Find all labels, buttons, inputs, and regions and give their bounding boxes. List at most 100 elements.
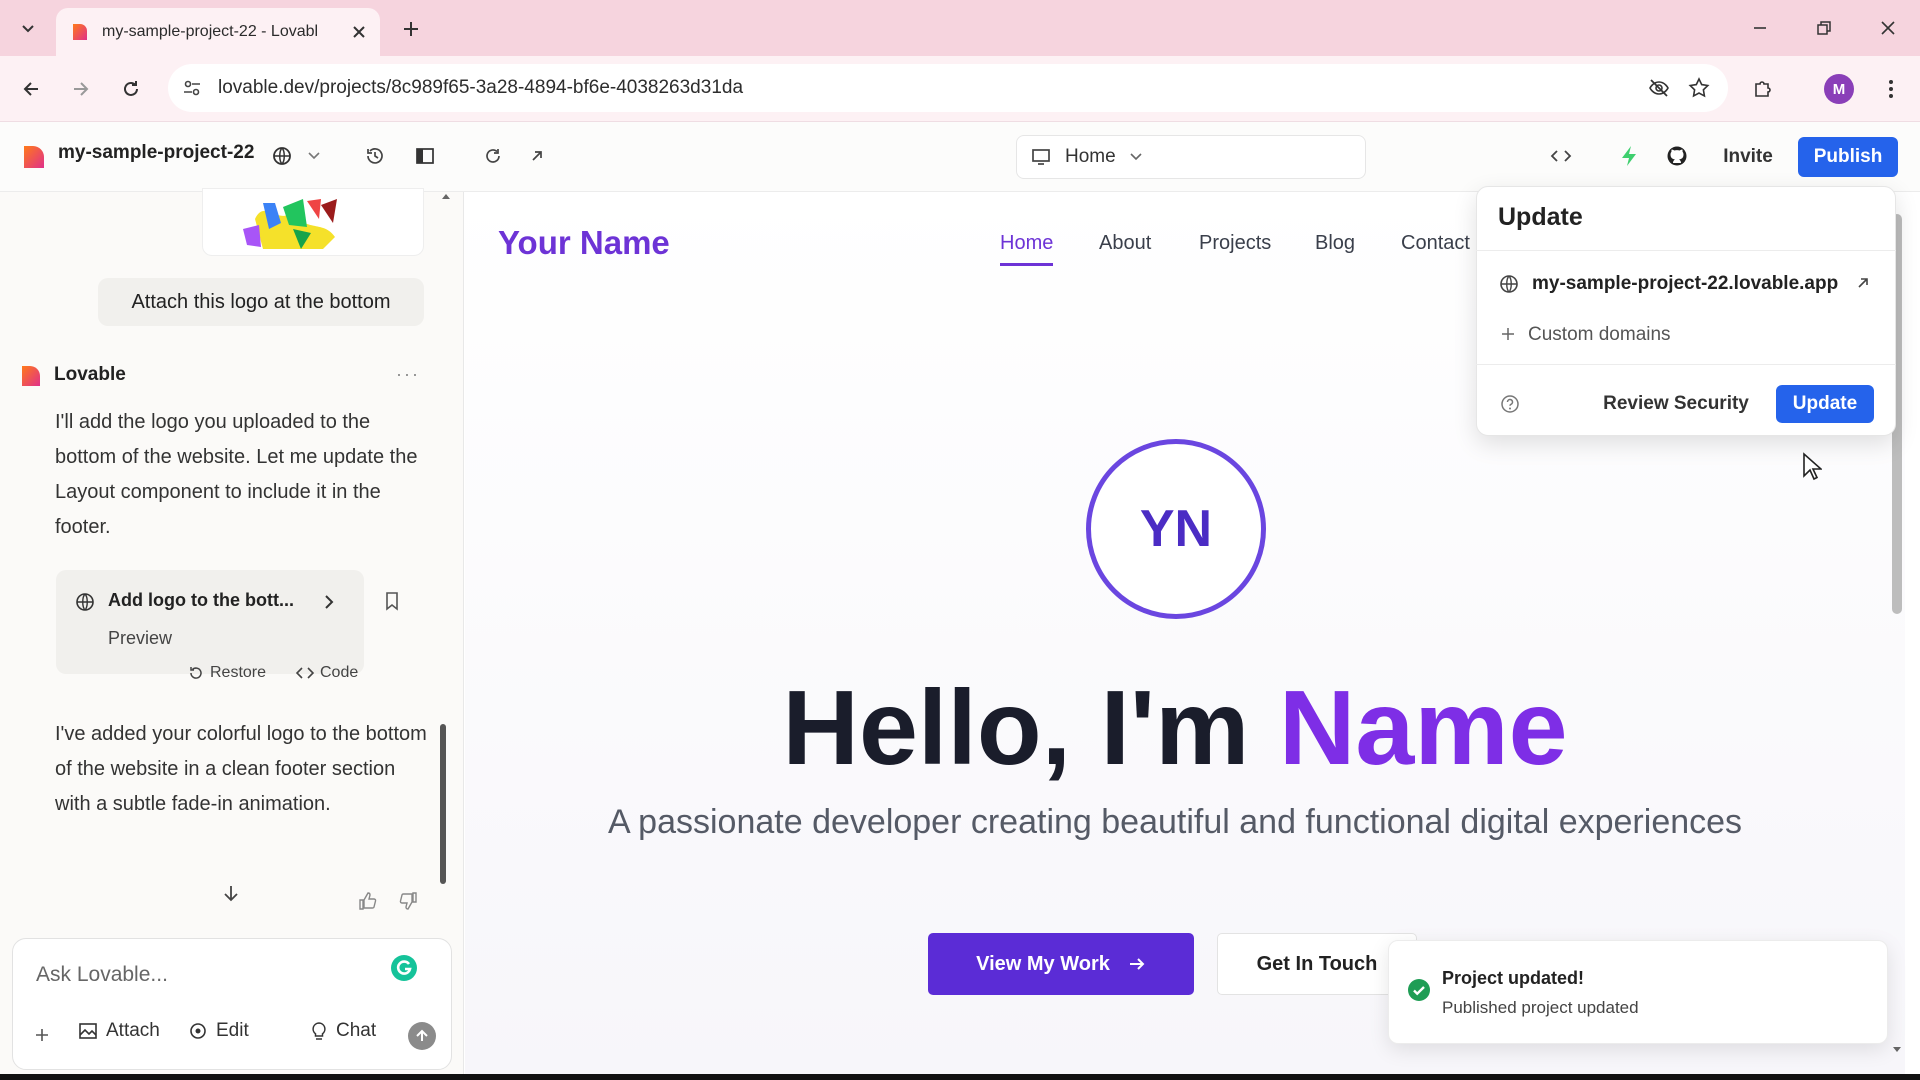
custom-domains-button[interactable]: Custom domains (1528, 324, 1671, 346)
publish-button[interactable]: Publish (1798, 137, 1898, 177)
chat-scroll-up-icon[interactable] (441, 192, 451, 200)
new-tab-button[interactable] (394, 12, 428, 46)
view-my-work-button[interactable]: View My Work (928, 933, 1194, 995)
image-icon (79, 1023, 97, 1039)
tab-list-button[interactable] (10, 10, 46, 46)
history-button[interactable] (358, 139, 392, 173)
restore-button[interactable]: Restore (188, 664, 266, 682)
hero-prefix: Hello, I'm (782, 669, 1279, 787)
github-button[interactable] (1660, 139, 1694, 173)
published-domain-link[interactable]: my-sample-project-22.lovable.app (1532, 273, 1838, 295)
arrow-down-icon[interactable] (222, 884, 240, 902)
preview-scroll-down-icon[interactable] (1892, 1046, 1902, 1054)
plus-icon[interactable] (34, 1027, 50, 1043)
minimize-window-button[interactable] (1736, 8, 1784, 48)
bookmark-icon[interactable] (384, 591, 400, 611)
back-button[interactable] (12, 70, 50, 108)
change-card-preview-link[interactable]: Preview (108, 628, 172, 649)
user-message: Attach this logo at the bottom (98, 278, 424, 326)
site-nav-blog[interactable]: Blog (1315, 232, 1355, 255)
site-nav-home[interactable]: Home (1000, 232, 1054, 266)
more-vertical-icon (1889, 80, 1893, 98)
grammarly-icon[interactable] (390, 954, 418, 982)
view-code-button[interactable]: Code (296, 664, 358, 682)
restore-label: Restore (210, 664, 267, 681)
toggle-sidebar-button[interactable] (408, 139, 442, 173)
hero-subtitle: A passionate developer creating beautifu… (607, 803, 1743, 841)
ask-input[interactable] (34, 958, 374, 992)
chevron-right-icon[interactable] (324, 594, 334, 610)
route-selector[interactable]: Home (1016, 135, 1366, 179)
toast-description: Published project updated (1442, 998, 1639, 1017)
extensions-button[interactable] (1744, 70, 1782, 108)
chat-scrollbar[interactable] (440, 724, 446, 884)
chat-mode-button[interactable]: Chat (310, 1020, 376, 1042)
popover-divider (1476, 250, 1896, 251)
reload-button[interactable] (112, 70, 150, 108)
github-icon (1667, 146, 1687, 166)
open-external-button[interactable] (520, 139, 554, 173)
message-more-button[interactable]: ··· (396, 364, 420, 385)
attach-label: Attach (106, 1020, 160, 1041)
help-circle-icon[interactable] (1500, 394, 1520, 414)
forward-button[interactable] (62, 70, 100, 108)
chevron-down-icon[interactable] (308, 151, 320, 161)
toast-title: Project updated! (1442, 968, 1585, 988)
site-logo[interactable]: Your Name (498, 224, 670, 262)
project-name[interactable]: my-sample-project-22 (58, 142, 254, 164)
arrow-left-icon (23, 82, 38, 96)
browser-tab[interactable]: my-sample-project-22 - Lovabl (56, 8, 380, 56)
history-icon (367, 148, 383, 164)
popover-divider (1476, 364, 1896, 365)
reload-icon (124, 81, 138, 96)
colorful-logo-icon (243, 199, 337, 249)
site-nav-contact[interactable]: Contact (1401, 232, 1470, 255)
lovable-favicon-icon (73, 24, 87, 40)
restore-window-button[interactable] (1800, 8, 1848, 48)
send-button[interactable] (408, 1022, 436, 1050)
mouse-cursor-icon (1803, 452, 1822, 481)
attach-button[interactable]: Attach (78, 1020, 160, 1042)
close-tab-icon[interactable] (352, 25, 366, 39)
chevron-down-icon (1130, 153, 1142, 161)
browser-menu-button[interactable] (1872, 70, 1910, 108)
eye-off-icon[interactable] (1648, 77, 1670, 99)
supabase-button[interactable] (1612, 139, 1646, 173)
uploaded-logo-image[interactable] (202, 188, 424, 256)
edit-label: Edit (216, 1020, 249, 1041)
bookmark-star-icon[interactable] (1688, 77, 1710, 99)
edit-button[interactable]: Edit (188, 1020, 249, 1042)
globe-icon[interactable] (272, 146, 292, 166)
site-settings-icon[interactable] (182, 78, 202, 98)
code-view-button[interactable] (1544, 139, 1578, 173)
address-bar[interactable]: lovable.dev/projects/8c989f65-3a28-4894-… (168, 64, 1728, 112)
hero-accent: Name (1278, 669, 1568, 787)
globe-icon (1500, 275, 1518, 293)
popover-title: Update (1498, 203, 1583, 231)
get-in-touch-button[interactable]: Get In Touch (1217, 933, 1417, 995)
route-label: Home (1065, 146, 1116, 167)
profile-avatar[interactable]: M (1824, 74, 1854, 104)
refresh-preview-button[interactable] (476, 139, 510, 173)
arrow-up-right-icon (532, 151, 542, 161)
restore-icon (1817, 21, 1831, 35)
review-security-button[interactable]: Review Security (1590, 386, 1762, 422)
change-card[interactable] (56, 570, 364, 674)
change-card-title[interactable]: Add logo to the bott... (108, 590, 294, 611)
close-window-button[interactable] (1864, 8, 1912, 48)
update-button[interactable]: Update (1776, 385, 1874, 423)
bolt-icon (1622, 146, 1636, 166)
site-nav-projects[interactable]: Projects (1199, 232, 1271, 255)
check-circle-icon (1408, 979, 1430, 1001)
url-text: lovable.dev/projects/8c989f65-3a28-4894-… (218, 77, 744, 98)
thumbs-down-icon[interactable] (398, 891, 418, 911)
invite-button[interactable]: Invite (1708, 137, 1788, 177)
arrow-up-right-icon[interactable] (1856, 276, 1870, 290)
site-nav-about[interactable]: About (1099, 232, 1151, 255)
lovable-logo-icon[interactable] (22, 144, 46, 170)
plus-icon (404, 22, 418, 36)
chevron-down-icon (22, 25, 34, 33)
thumbs-up-icon[interactable] (358, 891, 378, 911)
close-icon (1881, 21, 1895, 35)
profile-avatar-circle: YN (1086, 439, 1266, 619)
